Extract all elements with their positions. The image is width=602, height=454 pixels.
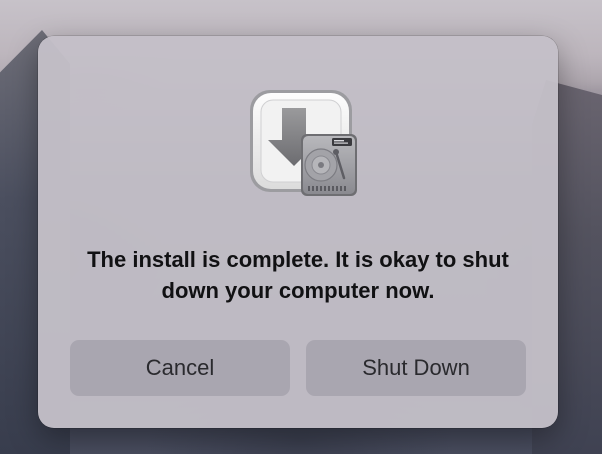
installer-download-to-disk-icon bbox=[248, 88, 358, 198]
cancel-button[interactable]: Cancel bbox=[70, 340, 290, 396]
shut-down-button[interactable]: Shut Down bbox=[306, 340, 526, 396]
install-complete-dialog: The install is complete. It is okay to s… bbox=[38, 36, 558, 428]
dialog-message: The install is complete. It is okay to s… bbox=[87, 247, 509, 303]
desktop-wallpaper: The install is complete. It is okay to s… bbox=[0, 0, 602, 454]
